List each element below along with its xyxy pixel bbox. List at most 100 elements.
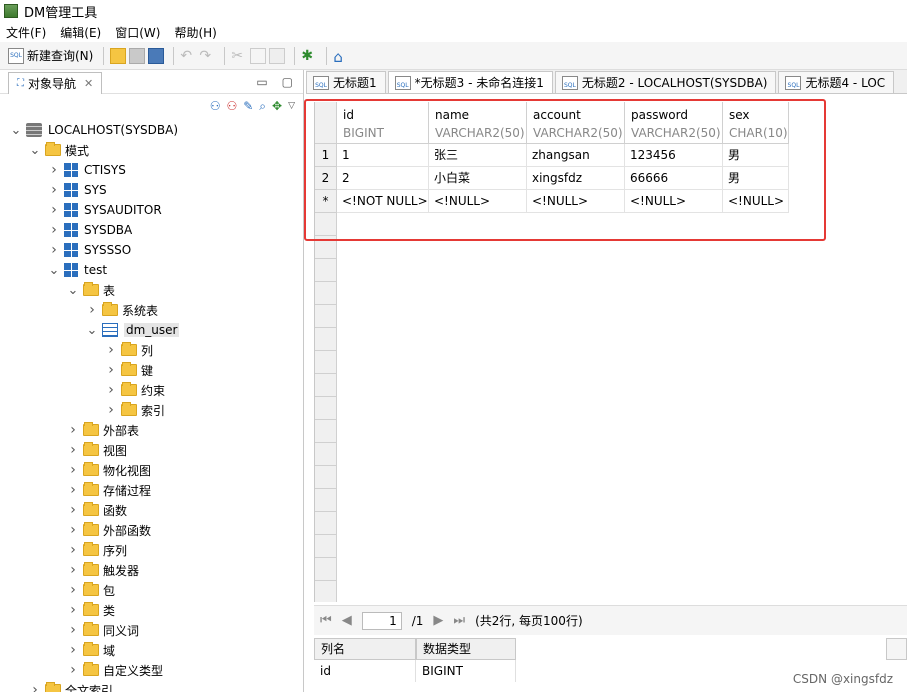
tree-node[interactable]: › 触发器 — [67, 560, 139, 580]
chevron-right-icon[interactable]: › — [48, 222, 60, 238]
minimize-icon[interactable]: ▭ — [256, 75, 267, 89]
chevron-right-icon[interactable]: › — [67, 522, 79, 538]
tree-node[interactable]: › 视图 — [67, 440, 127, 460]
debug-icon[interactable]: ✱ — [301, 48, 317, 64]
tree-node[interactable]: › SYSDBA — [48, 220, 132, 240]
tree-node[interactable]: › CTISYS — [48, 160, 126, 180]
tree-node[interactable]: › 约束 — [105, 380, 165, 400]
chevron-right-icon[interactable]: › — [67, 442, 79, 458]
grid-cell[interactable]: <!NULL> — [723, 190, 789, 213]
menu-file[interactable]: 文件(F) — [6, 24, 46, 41]
tree-node[interactable]: › 自定义类型 — [67, 660, 163, 680]
chevron-right-icon[interactable]: › — [105, 402, 117, 418]
tree-node[interactable]: › 序列 — [67, 540, 127, 560]
edit-icon[interactable]: ✎ — [243, 99, 253, 113]
row-header[interactable]: 1 — [315, 144, 337, 167]
chevron-right-icon[interactable]: › — [105, 382, 117, 398]
connect-icon[interactable]: ⚇ — [210, 99, 221, 113]
column-header[interactable]: id BIGINT — [337, 102, 429, 144]
tree-node[interactable]: ⌄ dm_user — [86, 320, 180, 340]
save-all-icon[interactable] — [148, 47, 165, 64]
tab-untitled1[interactable]: SQL 无标题1 — [306, 71, 386, 93]
grid-cell[interactable]: <!NULL> — [429, 190, 527, 213]
tree-node[interactable]: › 外部表 — [67, 420, 139, 440]
grid-cell[interactable]: 男 — [723, 144, 789, 167]
grid-cell[interactable]: 66666 — [625, 167, 723, 190]
chevron-right-icon[interactable]: › — [67, 502, 79, 518]
grid-cell[interactable]: zhangsan — [527, 144, 625, 167]
chevron-down-icon[interactable]: ⌄ — [29, 143, 41, 158]
tree-node[interactable]: ⌄ 表 — [67, 280, 115, 300]
chevron-right-icon[interactable]: › — [48, 202, 60, 218]
chevron-right-icon[interactable]: › — [48, 162, 60, 178]
tab-untitled4[interactable]: SQL 无标题4 - LOC — [778, 71, 895, 93]
chevron-right-icon[interactable]: › — [67, 602, 79, 618]
chevron-right-icon[interactable]: › — [67, 462, 79, 478]
chevron-down-icon[interactable]: ⌄ — [67, 283, 79, 298]
tree-node[interactable]: › 索引 — [105, 400, 165, 420]
tree-node[interactable]: › 列 — [105, 340, 153, 360]
chevron-right-icon[interactable]: › — [67, 422, 79, 438]
open-folder-icon[interactable] — [110, 47, 127, 64]
page-input[interactable]: 1 — [361, 611, 402, 630]
menu-window[interactable]: 窗口(W) — [115, 24, 160, 41]
right-panel-button[interactable] — [886, 638, 907, 660]
grid-cell[interactable]: 男 — [723, 167, 789, 190]
chevron-right-icon[interactable]: › — [48, 182, 60, 198]
first-page-icon[interactable]: ⏮ — [320, 613, 332, 628]
tree-node[interactable]: › 外部函数 — [67, 520, 151, 540]
cut-icon[interactable]: ✂ — [231, 48, 247, 64]
tree-node[interactable]: › 包 — [67, 580, 115, 600]
tree-node[interactable]: › 全文索引 — [29, 680, 113, 692]
chevron-right-icon[interactable]: › — [29, 682, 41, 692]
row-header[interactable]: 2 — [315, 167, 337, 190]
row-header[interactable]: * — [315, 190, 337, 213]
save-icon[interactable] — [129, 47, 146, 64]
detail-cell-datatype[interactable]: BIGINT — [416, 660, 516, 682]
copy-icon[interactable] — [250, 47, 267, 64]
tree-node[interactable]: › 存储过程 — [67, 480, 151, 500]
chevron-right-icon[interactable]: › — [67, 482, 79, 498]
search-icon[interactable]: ⌕ — [259, 99, 266, 114]
detail-cell-colname[interactable]: id — [314, 660, 416, 682]
chevron-right-icon[interactable]: › — [67, 662, 79, 678]
grid-cell[interactable]: 张三 — [429, 144, 527, 167]
expand-all-icon[interactable]: ✥ — [272, 99, 282, 113]
column-header[interactable]: account VARCHAR2(50) — [527, 102, 625, 144]
view-menu-icon[interactable]: ▽ — [288, 101, 295, 111]
tree-node[interactable]: › 类 — [67, 600, 115, 620]
tree-node[interactable]: › SYS — [48, 180, 106, 200]
tree-node[interactable]: › 物化视图 — [67, 460, 151, 480]
tab-untitled3[interactable]: SQL *无标题3 - 未命名连接1 — [387, 71, 553, 93]
tree-node[interactable]: › 域 — [67, 640, 115, 660]
redo-icon[interactable]: ↷ — [199, 48, 215, 64]
maximize-icon[interactable]: ▢ — [282, 75, 293, 89]
tree-node[interactable]: › SYSAUDITOR — [48, 200, 161, 220]
close-icon[interactable]: ✕ — [84, 77, 93, 90]
tree-node[interactable]: › 系统表 — [86, 300, 158, 320]
new-query-button[interactable]: SQL 新建查询(N) — [8, 45, 93, 67]
undo-icon[interactable]: ↶ — [180, 48, 196, 64]
tree-node[interactable]: ⌄ LOCALHOST(SYSDBA) — [10, 120, 178, 140]
tree-node[interactable]: ⌄ 模式 — [29, 140, 89, 160]
chevron-right-icon[interactable]: › — [67, 582, 79, 598]
chevron-down-icon[interactable]: ⌄ — [48, 263, 60, 278]
tree-node[interactable]: ⌄ test — [48, 260, 108, 280]
grid-cell[interactable]: 1 — [337, 144, 429, 167]
chevron-right-icon[interactable]: › — [86, 302, 98, 318]
navigator-tab[interactable]: ⛶ 对象导航 ✕ — [8, 71, 103, 94]
grid-cell[interactable]: 小白菜 — [429, 167, 527, 190]
prev-page-icon[interactable]: ◀ — [342, 613, 352, 628]
chevron-right-icon[interactable]: › — [67, 642, 79, 658]
grid-cell[interactable]: xingsfdz — [527, 167, 625, 190]
column-header[interactable]: password VARCHAR2(50) — [625, 102, 723, 144]
chevron-right-icon[interactable]: › — [105, 342, 117, 358]
grid-cell[interactable]: <!NULL> — [625, 190, 723, 213]
grid-cell[interactable]: 2 — [337, 167, 429, 190]
tree-node[interactable]: › 同义词 — [67, 620, 139, 640]
tree-node[interactable]: › 函数 — [67, 500, 127, 520]
column-header[interactable]: sex CHAR(10) — [723, 102, 789, 144]
home-icon[interactable]: ⌂ — [333, 48, 349, 66]
disconnect-icon[interactable]: ⚇ — [226, 99, 237, 113]
tree-node[interactable]: › SYSSSO — [48, 240, 131, 260]
